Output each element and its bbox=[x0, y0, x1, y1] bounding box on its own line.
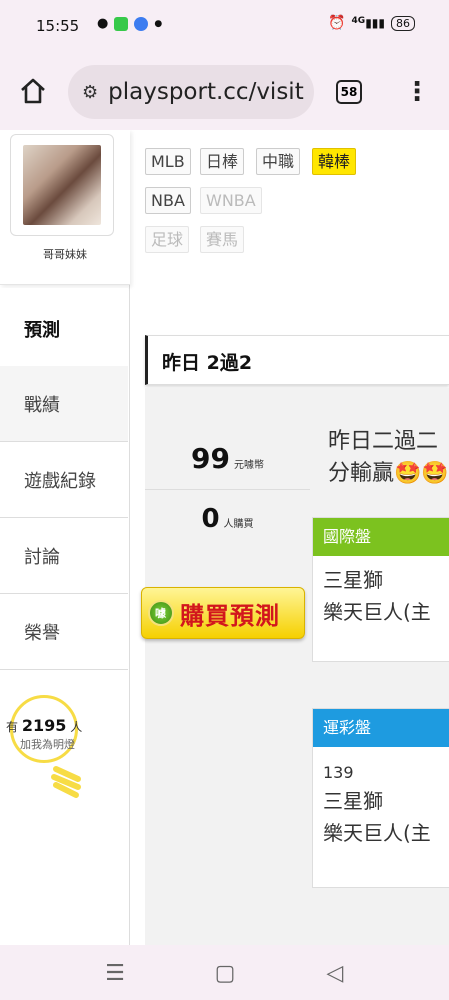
sports-lottery-title: 運彩盤 bbox=[313, 709, 449, 747]
sidebar-item-discussion[interactable]: 討論 bbox=[0, 518, 128, 594]
yesterday-result-text: 昨日 2過2 bbox=[162, 352, 253, 374]
lightbulb-base-icon bbox=[51, 766, 81, 798]
app-icon bbox=[114, 16, 129, 31]
league-tag-horse-racing[interactable]: 賽馬 bbox=[200, 226, 245, 253]
prediction-price: 99 元噱幣 bbox=[145, 428, 310, 490]
status-bar: 15:55 ● ● ⏰ 4G▮▮▮ 86 bbox=[0, 0, 449, 54]
sidebar-item-game-history[interactable]: 遊戲紀錄 bbox=[0, 442, 128, 518]
recent-apps-icon[interactable]: ☰ bbox=[100, 959, 130, 989]
international-odds-title: 國際盤 bbox=[313, 518, 449, 556]
prediction-description: 昨日二過二 分輸贏🤩🤩 bbox=[328, 429, 449, 486]
league-tag-soccer[interactable]: 足球 bbox=[145, 226, 190, 253]
back-icon[interactable]: ◁ bbox=[320, 959, 350, 989]
prediction-stats: 99 元噱幣 0 人購買 噱 購買預測 bbox=[141, 388, 310, 639]
league-tag-npb[interactable]: 日棒 bbox=[200, 148, 245, 175]
prediction-card: 99 元噱幣 0 人購買 噱 購買預測 昨日二過二 分輸贏🤩🤩 國際盤 三星獅 樂天… bbox=[141, 388, 449, 945]
game-number: 139 bbox=[323, 763, 354, 782]
league-tag-wnba[interactable]: WNBA bbox=[200, 187, 262, 214]
web-page: 哥哥妹妹 預測 戰績 遊戲紀錄 討論 榮譽 有 2195 人 加我為明燈 MLB bbox=[0, 130, 449, 945]
app-icon bbox=[134, 16, 149, 31]
browser-toolbar: ⚙ playsport.cc/visit 58 ⋮ bbox=[0, 54, 449, 130]
more-menu-icon[interactable]: ⋮ bbox=[404, 76, 430, 108]
buy-prediction-label: 購買預測 bbox=[180, 601, 280, 630]
tabs-button[interactable]: 58 bbox=[336, 80, 362, 104]
dot-icon: ● bbox=[154, 18, 163, 29]
address-bar[interactable]: ⚙ playsport.cc/visit bbox=[68, 65, 314, 119]
buy-prediction-button[interactable]: 噱 購買預測 bbox=[141, 587, 305, 639]
yesterday-result-header: 昨日 2過2 bbox=[145, 335, 449, 385]
sports-lottery-odds-panel: 運彩盤 139 三星獅 樂天巨人(主 bbox=[312, 708, 449, 888]
league-tag-cpbl[interactable]: 中職 bbox=[256, 148, 301, 175]
team-home: 樂天巨人(主 bbox=[323, 821, 431, 845]
buyer-count: 0 人購買 bbox=[201, 504, 254, 534]
notification-icons: ● ● bbox=[97, 16, 162, 31]
international-odds-panel: 國際盤 三星獅 樂天巨人(主 bbox=[312, 517, 449, 662]
league-tag-mlb[interactable]: MLB bbox=[145, 148, 191, 175]
sidebar-item-predictions[interactable]: 預測 bbox=[0, 288, 128, 370]
chat-icon: ● bbox=[97, 16, 109, 31]
team-home: 樂天巨人(主 bbox=[323, 600, 431, 624]
coin-icon: 噱 bbox=[148, 600, 174, 626]
avatar[interactable] bbox=[10, 134, 114, 236]
alarm-icon: ⏰ bbox=[328, 15, 346, 31]
profile-name: 哥哥妹妹 bbox=[43, 248, 87, 261]
fan-count: 有 2195 人 bbox=[6, 716, 83, 735]
league-tag-nba[interactable]: NBA bbox=[145, 187, 191, 214]
home-icon[interactable] bbox=[18, 76, 48, 106]
sidebar: 哥哥妹妹 預測 戰績 遊戲紀錄 討論 榮譽 有 2195 人 加我為明燈 bbox=[0, 130, 130, 945]
profile-card: 哥哥妹妹 bbox=[0, 130, 130, 285]
clock: 15:55 bbox=[36, 17, 80, 35]
league-tag-kbo[interactable]: 韓棒 bbox=[312, 148, 357, 175]
follow-label: 加我為明燈 bbox=[20, 738, 75, 751]
status-icons: ⏰ 4G▮▮▮ 86 bbox=[328, 15, 415, 31]
phone-screen: 15:55 ● ● ⏰ 4G▮▮▮ 86 ⚙ playsport.cc/visi… bbox=[0, 0, 449, 1000]
signal-icon: 4G▮▮▮ bbox=[351, 16, 385, 30]
home-nav-icon[interactable]: ▢ bbox=[210, 959, 240, 989]
team-away: 三星獅 bbox=[323, 568, 383, 592]
avatar-photo bbox=[23, 145, 101, 225]
follow-lightbulb[interactable]: 有 2195 人 加我為明燈 bbox=[6, 693, 88, 813]
system-navigation-bar: ☰ ▢ ◁ bbox=[0, 945, 449, 1000]
sidebar-item-honors[interactable]: 榮譽 bbox=[0, 594, 128, 670]
url-text: playsport.cc/visit bbox=[108, 79, 304, 105]
battery-icon: 86 bbox=[391, 15, 415, 31]
sidebar-item-record[interactable]: 戰績 bbox=[0, 366, 128, 442]
site-settings-icon[interactable]: ⚙ bbox=[82, 82, 98, 103]
team-away: 三星獅 bbox=[323, 789, 383, 813]
